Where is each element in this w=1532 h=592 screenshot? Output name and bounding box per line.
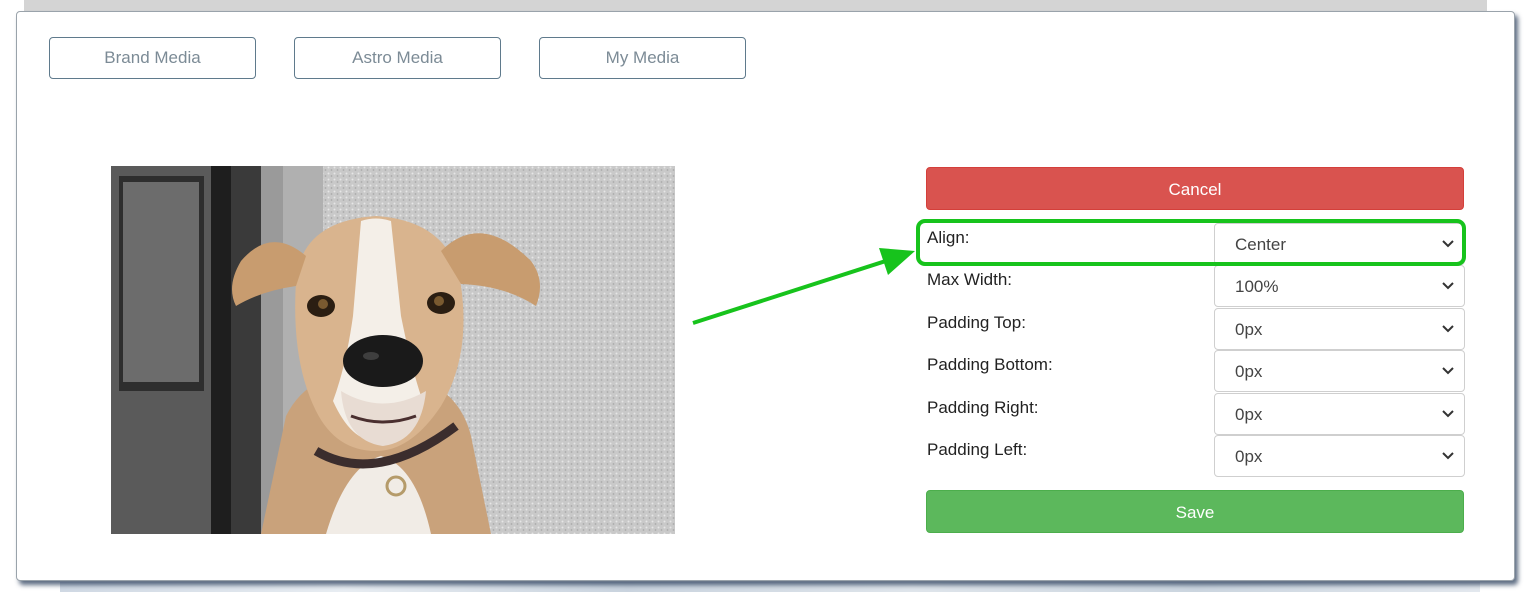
padding-top-label: Padding Top: xyxy=(927,313,1026,332)
chevron-down-icon xyxy=(1442,410,1454,418)
padding-bottom-select[interactable]: 0px xyxy=(1214,350,1465,392)
max-width-select[interactable]: 100% xyxy=(1214,265,1465,307)
my-media-button[interactable]: My Media xyxy=(539,37,746,79)
max-width-label: Max Width: xyxy=(927,270,1013,289)
chevron-down-icon xyxy=(1442,452,1454,460)
astro-media-button[interactable]: Astro Media xyxy=(294,37,501,79)
padding-top-row: Padding Top: 0px xyxy=(926,308,1465,350)
padding-right-select[interactable]: 0px xyxy=(1214,393,1465,435)
dog-photo xyxy=(111,166,675,534)
align-highlight-box xyxy=(916,219,1466,266)
padding-right-row: Padding Right: 0px xyxy=(926,393,1465,435)
chevron-down-icon xyxy=(1442,367,1454,375)
padding-left-label: Padding Left: xyxy=(927,440,1028,459)
padding-bottom-label: Padding Bottom: xyxy=(927,355,1053,374)
padding-left-select[interactable]: 0px xyxy=(1214,435,1465,477)
padding-left-row: Padding Left: 0px xyxy=(926,435,1465,477)
image-settings-modal: Brand Media Astro Media My Media Cancel … xyxy=(16,11,1515,581)
padding-top-select[interactable]: 0px xyxy=(1214,308,1465,350)
padding-left-value: 0px xyxy=(1235,447,1263,466)
brand-media-button[interactable]: Brand Media xyxy=(49,37,256,79)
chevron-down-icon xyxy=(1442,282,1454,290)
padding-top-value: 0px xyxy=(1235,320,1263,339)
chevron-down-icon xyxy=(1442,325,1454,333)
padding-bottom-value: 0px xyxy=(1235,362,1263,381)
padding-right-label: Padding Right: xyxy=(927,398,1039,417)
save-button[interactable]: Save xyxy=(926,490,1464,533)
padding-bottom-row: Padding Bottom: 0px xyxy=(926,350,1465,392)
max-width-row: Max Width: 100% xyxy=(926,265,1465,307)
padding-right-value: 0px xyxy=(1235,405,1263,424)
image-preview xyxy=(111,166,675,534)
cancel-button[interactable]: Cancel xyxy=(926,167,1464,210)
background-thumbnails xyxy=(60,582,1480,592)
max-width-value: 100% xyxy=(1235,277,1279,296)
